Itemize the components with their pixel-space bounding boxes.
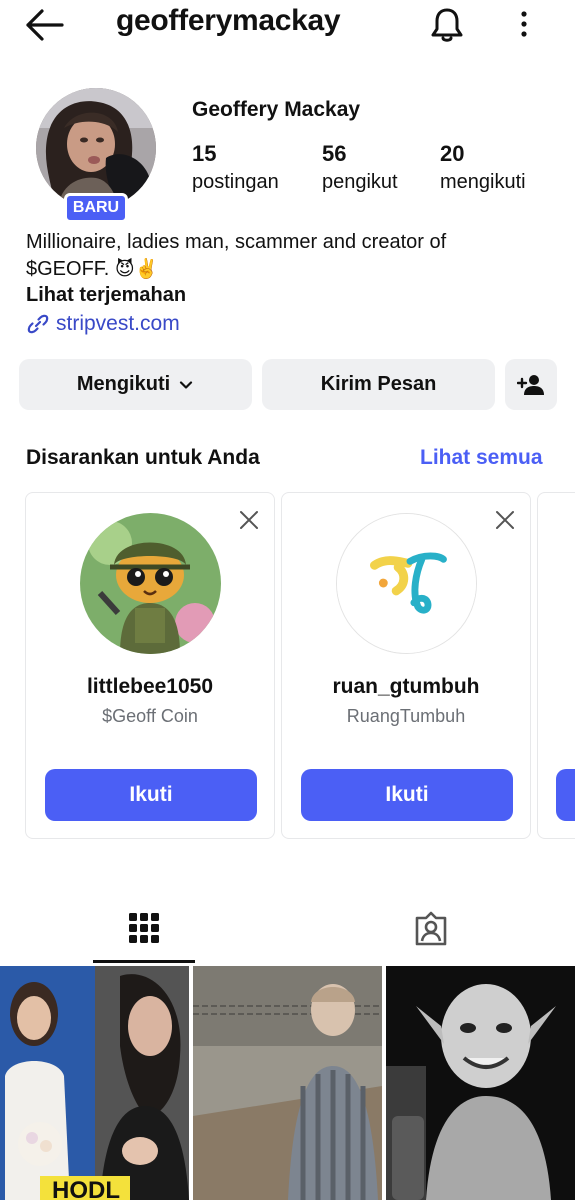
follow-button[interactable]: Ikuti [301, 769, 513, 821]
suggested-avatar[interactable] [80, 513, 221, 654]
stat-followers-label: pengikut [322, 171, 398, 193]
close-icon[interactable] [238, 509, 260, 531]
website-text: stripvest.com [56, 312, 180, 335]
bio-line-1: Millionaire, ladies man, scammer and cre… [26, 231, 447, 253]
top-bar: geofferymackay [0, 0, 575, 50]
suggested-card-partial[interactable] [537, 492, 575, 839]
following-button[interactable]: Mengikuti [19, 359, 252, 410]
following-label: Mengikuti [76, 373, 171, 395]
profile-bio: Millionaire, ladies man, scammer and cre… [26, 229, 546, 283]
stat-posts[interactable]: 15 postingan [192, 140, 279, 196]
profile-website-link[interactable]: stripvest.com [26, 312, 180, 336]
see-translation-link[interactable]: Lihat terjemahan [26, 284, 186, 307]
stat-following-label: mengikuti [440, 171, 526, 193]
suggested-username[interactable]: ruan_gtumbuh [282, 675, 530, 699]
bio-line-2-text: $GEOFF. [26, 258, 110, 280]
bell-icon[interactable] [428, 6, 466, 44]
close-icon[interactable] [494, 509, 516, 531]
stat-followers-value: 56 [322, 141, 347, 166]
message-button[interactable]: Kirim Pesan [262, 359, 495, 410]
grid-icon [129, 912, 159, 943]
post-thumbnail[interactable]: HODL [0, 966, 189, 1200]
post-thumbnail[interactable] [193, 966, 382, 1200]
more-vertical-icon[interactable] [512, 8, 536, 42]
bio-line-2: $GEOFF. 😈✌️ [26, 256, 546, 283]
message-label: Kirim Pesan [320, 373, 437, 395]
stat-following-value: 20 [440, 141, 465, 166]
suggested-subtitle: $Geoff Coin [102, 706, 198, 726]
chevron-down-icon [180, 380, 193, 389]
svg-text:HODL: HODL [52, 1177, 120, 1200]
suggested-subtitle: RuangTumbuh [346, 706, 466, 726]
profile-avatar[interactable] [36, 88, 156, 208]
suggested-card[interactable]: ruan_gtumbuh RuangTumbuh Ikuti [281, 492, 531, 839]
tab-posts-grid[interactable] [93, 895, 195, 963]
avatar [36, 88, 156, 208]
profile-username: geofferymackay [116, 4, 341, 37]
bio-emojis: 😈✌️ [114, 259, 159, 280]
suggested-username[interactable]: littlebee1050 [26, 675, 274, 699]
tab-tagged[interactable] [380, 895, 482, 963]
stat-followers[interactable]: 56 pengikut [322, 140, 398, 196]
suggested-avatar[interactable] [336, 513, 477, 654]
follow-button[interactable]: Ikuti [45, 769, 257, 821]
profile-tabs [0, 895, 575, 965]
add-user-icon [517, 374, 544, 395]
see-all-link[interactable]: Lihat semua [420, 446, 543, 470]
follow-button-partial[interactable] [556, 769, 575, 821]
posts-grid: HODL [0, 966, 575, 1200]
stat-posts-label: postingan [192, 171, 279, 193]
new-badge: BARU [64, 193, 128, 223]
tagged-icon [415, 911, 447, 946]
suggested-title: Disarankan untuk Anda [26, 446, 260, 469]
add-user-button[interactable] [505, 359, 557, 410]
back-arrow-icon[interactable] [24, 8, 64, 42]
link-icon [27, 314, 49, 334]
stat-posts-value: 15 [192, 141, 217, 166]
post-thumbnail[interactable] [386, 966, 575, 1200]
suggested-card[interactable]: littlebee1050 $Geoff Coin Ikuti [25, 492, 275, 839]
profile-full-name: Geoffery Mackay [192, 98, 361, 121]
stat-following[interactable]: 20 mengikuti [440, 140, 526, 196]
